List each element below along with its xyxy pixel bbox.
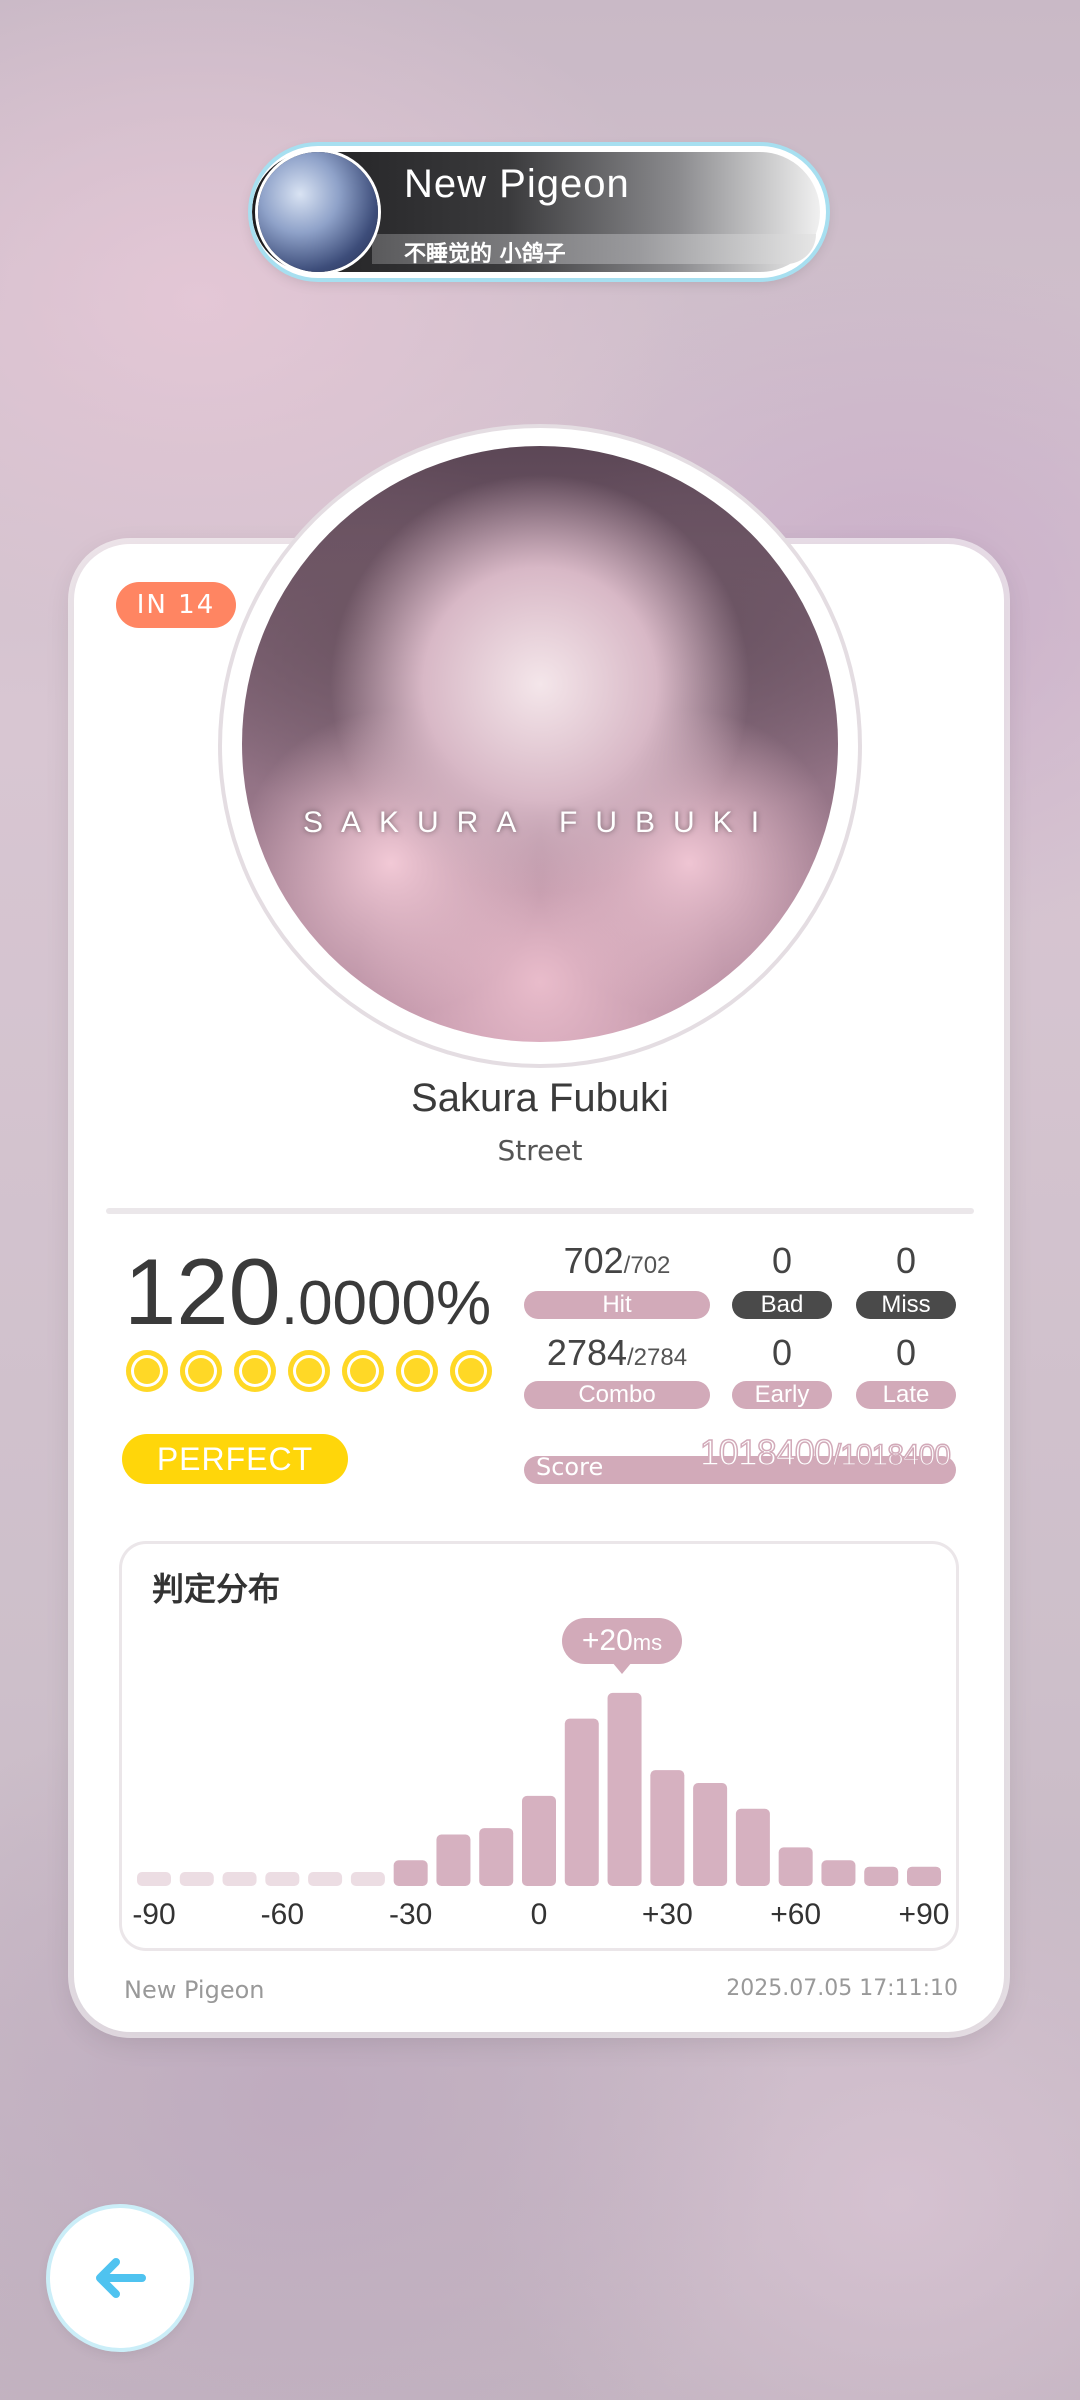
circle-mark-icon — [450, 1350, 492, 1392]
circle-mark-icon — [180, 1350, 222, 1392]
distribution-bar — [350, 1872, 385, 1886]
song-title: Sakura Fubuki — [411, 1076, 669, 1120]
distribution-bar — [308, 1872, 343, 1886]
divider — [106, 1208, 974, 1214]
x-tick-label: -90 — [132, 1898, 176, 1931]
x-tick-label: +60 — [770, 1898, 822, 1931]
miss-label: Miss — [856, 1291, 956, 1319]
late-label: Late — [856, 1381, 956, 1409]
footer-player-name: New Pigeon — [124, 1976, 265, 2004]
x-tick-label: +90 — [898, 1898, 950, 1931]
circle-mark-icon — [396, 1350, 438, 1392]
early-count: 0 — [771, 1332, 793, 1373]
distribution-bar — [564, 1718, 599, 1886]
tooltip-pointer — [612, 1662, 632, 1674]
distribution-bar — [864, 1866, 899, 1886]
distribution-bar — [522, 1795, 556, 1886]
distribution-bar — [650, 1770, 685, 1886]
tooltip-unit: ms — [632, 1630, 663, 1655]
distribution-bar — [479, 1828, 514, 1886]
hit-value: 702 — [563, 1240, 624, 1281]
x-tick-label: 0 — [530, 1898, 548, 1931]
distribution-tooltip: +20ms — [562, 1618, 682, 1664]
miss-count: 0 — [895, 1240, 917, 1281]
distribution-bar — [607, 1692, 642, 1886]
player-pill: New Pigeon 不睡觉的 小鸽子 — [252, 146, 826, 278]
tooltip-value: +20 — [581, 1624, 633, 1657]
x-tick-label: +30 — [641, 1898, 693, 1931]
distribution-bar — [778, 1847, 813, 1886]
arrow-left-icon — [96, 2258, 146, 2298]
rank-badge: PERFECT — [122, 1434, 348, 1484]
circle-mark-icon — [342, 1350, 384, 1392]
level-badge: IN 14 — [116, 582, 236, 628]
hit-label: Hit — [524, 1291, 710, 1319]
hit-total: /702 — [623, 1252, 671, 1279]
distribution-bar — [393, 1860, 428, 1886]
accuracy-integer: 120 — [124, 1239, 281, 1344]
score-label: Score — [536, 1453, 604, 1481]
distribution-bar — [907, 1866, 941, 1886]
song-cover-art: SAKURA FUBUKI — [242, 446, 838, 1042]
distribution-bar — [436, 1834, 471, 1886]
bad-label: Bad — [732, 1291, 832, 1319]
circle-mark-icon — [288, 1350, 330, 1392]
distribution-bar — [222, 1872, 257, 1886]
back-button[interactable] — [50, 2208, 190, 2348]
score-value: 1018400/1018400 — [680, 1431, 952, 1474]
accuracy-marks — [126, 1350, 492, 1392]
combo-value: 2784 — [546, 1332, 628, 1373]
player-subtitle: 不睡觉的 小鸽子 — [404, 242, 566, 267]
distribution-bar — [735, 1808, 770, 1886]
distribution-bar — [179, 1872, 214, 1886]
circle-mark-icon — [126, 1350, 168, 1392]
score-total: /1018400 — [832, 1438, 952, 1473]
bad-count: 0 — [771, 1240, 793, 1281]
x-tick-label: -30 — [388, 1898, 433, 1931]
song-artist: Street — [497, 1134, 583, 1167]
footer-datetime: 2025.07.05 17:11:10 — [726, 1976, 958, 2001]
combo-total: /2784 — [627, 1344, 688, 1371]
combo-label: Combo — [524, 1381, 710, 1409]
circle-mark-icon — [234, 1350, 276, 1392]
hit-count: 702/702 — [524, 1240, 710, 1282]
cover-title: SAKURA FUBUKI — [302, 806, 778, 839]
accuracy: 120.0000% — [124, 1238, 491, 1346]
late-count: 0 — [895, 1332, 917, 1373]
player-avatar — [258, 152, 378, 272]
combo-count: 2784/2784 — [524, 1332, 710, 1374]
player-name: New Pigeon — [404, 162, 630, 206]
distribution-bar — [693, 1783, 728, 1886]
distribution-chart — [137, 1692, 941, 1886]
score-number: 1018400 — [699, 1431, 835, 1474]
early-label: Early — [732, 1381, 832, 1409]
accuracy-decimal: .0000% — [280, 1269, 492, 1338]
x-tick-label: -60 — [260, 1898, 305, 1931]
distribution-bar — [821, 1860, 856, 1886]
distribution-bar — [265, 1872, 300, 1886]
distribution-bar — [137, 1872, 171, 1886]
